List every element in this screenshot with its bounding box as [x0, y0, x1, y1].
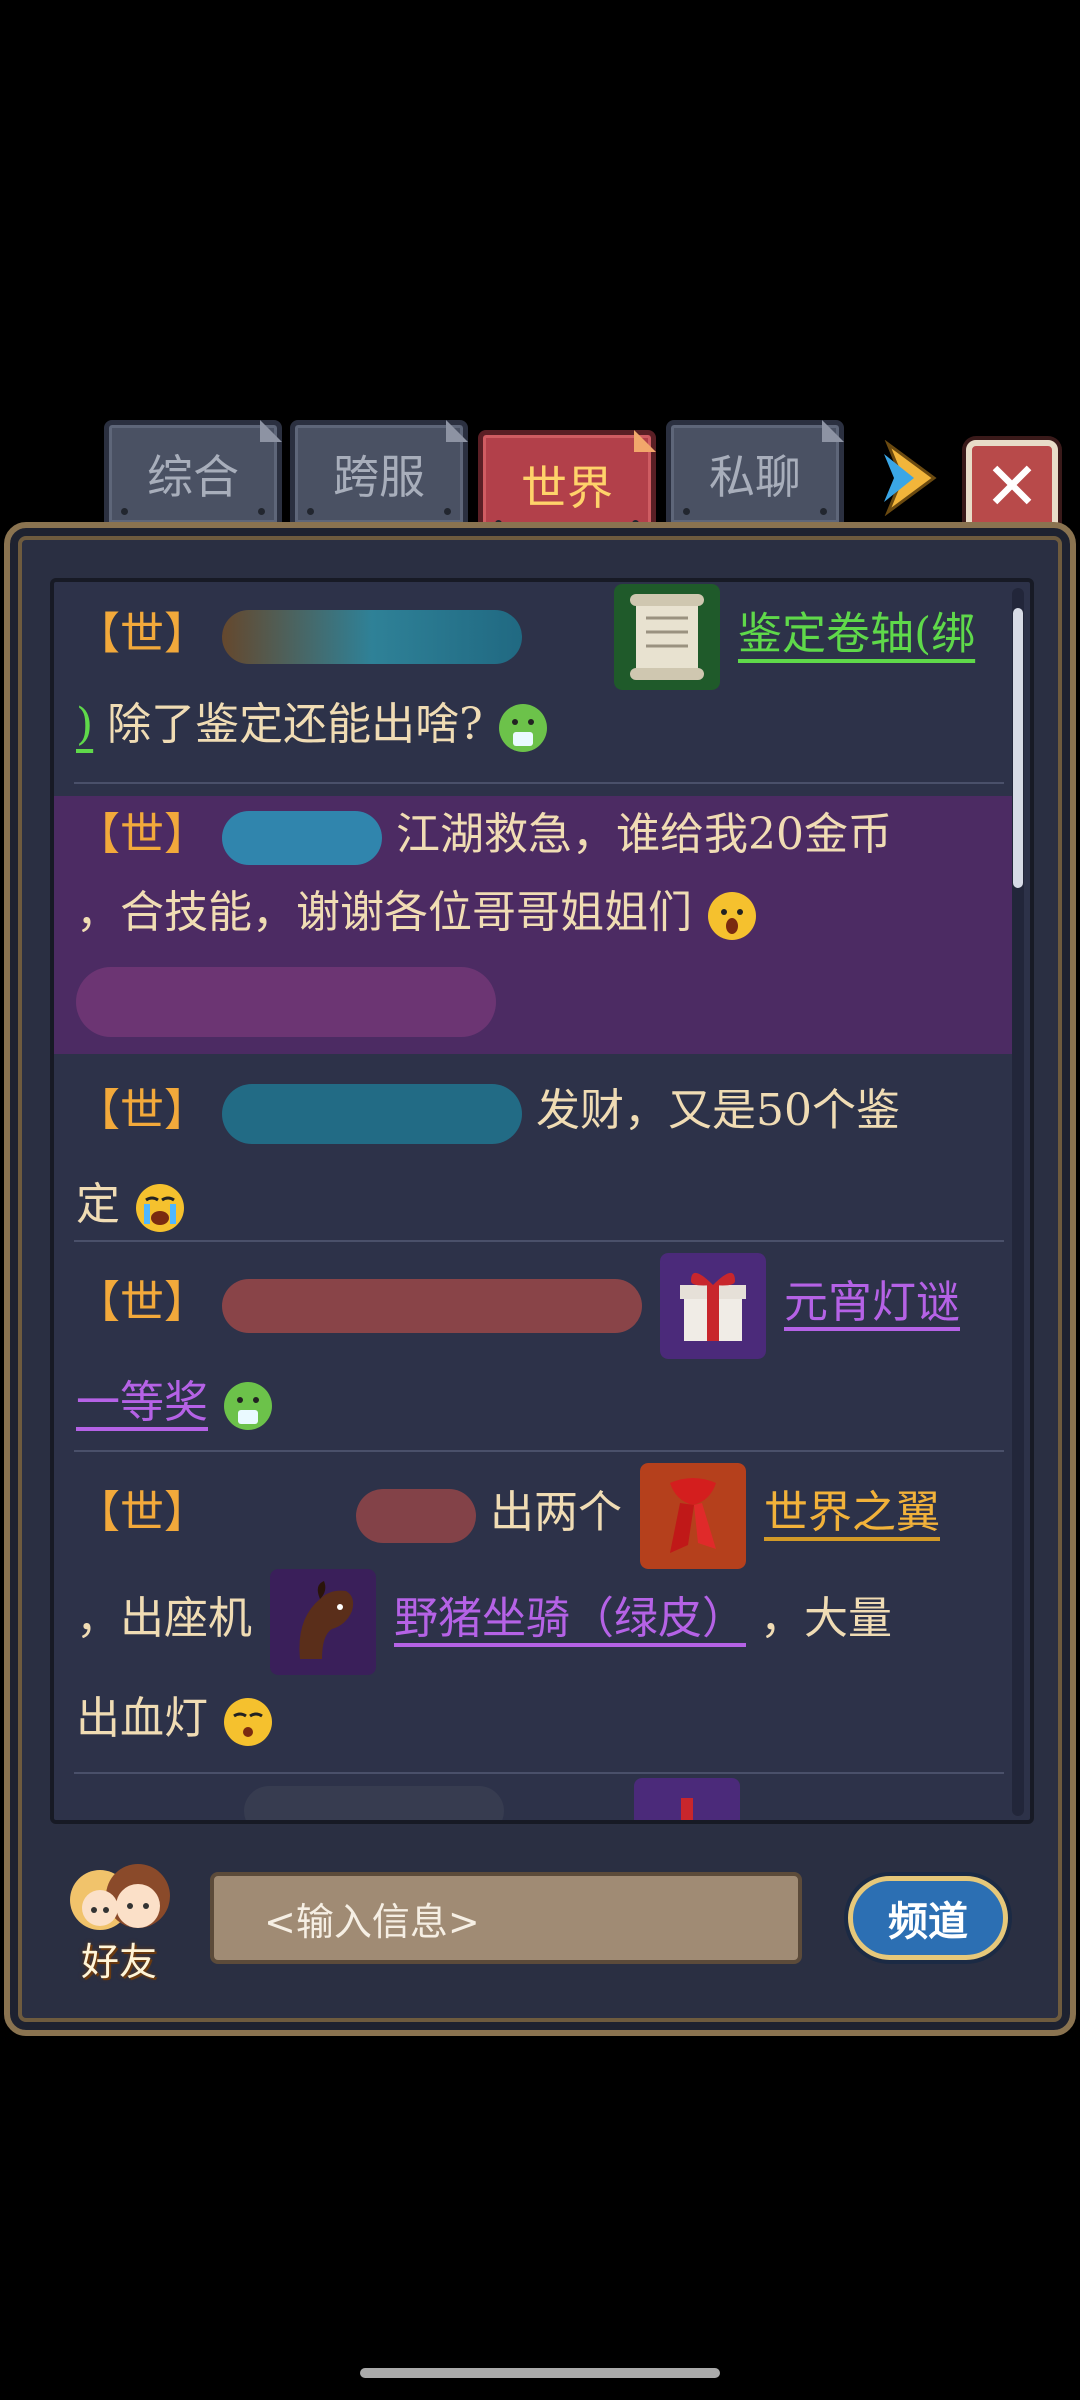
vomit-emoji-icon	[498, 703, 547, 752]
world-channel-tag: 【世】	[76, 1487, 208, 1538]
item-link[interactable]: 鉴定卷轴(绑	[738, 609, 975, 660]
channel-button[interactable]: 频道	[848, 1876, 1008, 1960]
item-link-continued[interactable]: )	[76, 699, 93, 750]
message-text: 除了鉴定还能出啥?	[107, 699, 483, 750]
item-link-continued[interactable]: 一等奖	[76, 1377, 208, 1428]
tab-cross-server-label: 跨服	[333, 450, 425, 504]
tab-general[interactable]: 综合	[104, 420, 282, 528]
tab-cross-server[interactable]: 跨服	[290, 420, 468, 528]
redacted-username	[356, 1488, 476, 1543]
message-text: 定	[76, 1179, 120, 1230]
list-item: 【世】 江湖救急，谁给我20金币 ，合技能，谢谢各位哥哥姐姐们	[54, 796, 1014, 1054]
expand-arrow-icon[interactable]	[880, 440, 940, 516]
friends-label: 好友	[80, 1940, 157, 1984]
list-item: 【世】 出两个 世界之翼 ，出座机 野猪坐骑（绿皮） ，大量 出血灯	[54, 1460, 1014, 1766]
redacted-username	[222, 610, 522, 664]
vomit-emoji-icon	[224, 1381, 272, 1430]
world-channel-tag: 【世】	[76, 1085, 208, 1136]
list-item: 【世】 元宵灯谜 一等奖	[54, 1250, 1014, 1450]
message-text: ，大量	[760, 1593, 892, 1644]
message-input[interactable]: <输入信息>	[210, 1872, 802, 1964]
close-icon: ✕	[984, 447, 1040, 525]
item-link[interactable]: 野猪坐骑（绿皮）	[394, 1593, 746, 1644]
horse-mount-item-icon[interactable]	[270, 1568, 376, 1675]
world-channel-tag: 【世】	[76, 1277, 208, 1328]
message-text: 出血灯	[76, 1693, 208, 1744]
kiss-emoji-icon	[224, 1697, 272, 1746]
message-text: ，合技能，谢谢各位哥哥姐姐们	[76, 887, 692, 938]
world-channel-tag: 【世】	[76, 608, 208, 660]
input-placeholder: <输入信息>	[264, 1899, 480, 1944]
chat-message-list[interactable]: 【世】 鉴定卷轴(绑 ) 除了鉴定还能出啥? 【世】 江湖救急，谁给我20金币 …	[50, 578, 1034, 1824]
list-item: 【世】 发财，又是50个鉴 定	[54, 1064, 1014, 1252]
tab-private[interactable]: 私聊	[666, 420, 844, 528]
item-link[interactable]: 元宵灯谜	[784, 1277, 960, 1328]
world-channel-tag: 【世】	[76, 809, 208, 860]
red-scarf-wing-item-icon[interactable]	[640, 1462, 746, 1569]
item-link[interactable]: 世界之翼	[764, 1487, 940, 1538]
message-text: 江湖救急，谁给我20金币	[396, 809, 892, 860]
gift-box-item-icon[interactable]	[660, 1252, 766, 1359]
scroll-item-icon[interactable]	[614, 584, 720, 690]
tab-private-label: 私聊	[709, 450, 801, 504]
redacted-text	[76, 966, 496, 1037]
redacted-username	[222, 810, 382, 865]
redacted-username	[222, 1278, 642, 1333]
crying-emoji-icon	[708, 891, 756, 940]
message-text: 出两个	[490, 1487, 622, 1538]
message-text: 发财，又是50个鉴	[536, 1085, 900, 1136]
redacted-username	[222, 1083, 522, 1144]
redacted-username	[244, 1786, 504, 1820]
channel-button-label: 频道	[888, 1898, 968, 1945]
friends-button[interactable]: 好友	[60, 1856, 178, 1986]
close-button[interactable]: ✕	[966, 440, 1058, 532]
gift-box-item-icon[interactable]	[634, 1778, 740, 1824]
message-text: ，出座机	[76, 1593, 252, 1644]
tab-world-label: 世界	[521, 461, 613, 515]
chat-scrollbar[interactable]	[1012, 588, 1024, 1816]
tab-general-label: 综合	[147, 450, 239, 504]
crying-emoji-icon	[136, 1183, 184, 1232]
home-indicator[interactable]	[360, 2368, 720, 2378]
list-item: 【世】 鉴定卷轴(绑 ) 除了鉴定还能出啥?	[54, 584, 1014, 772]
